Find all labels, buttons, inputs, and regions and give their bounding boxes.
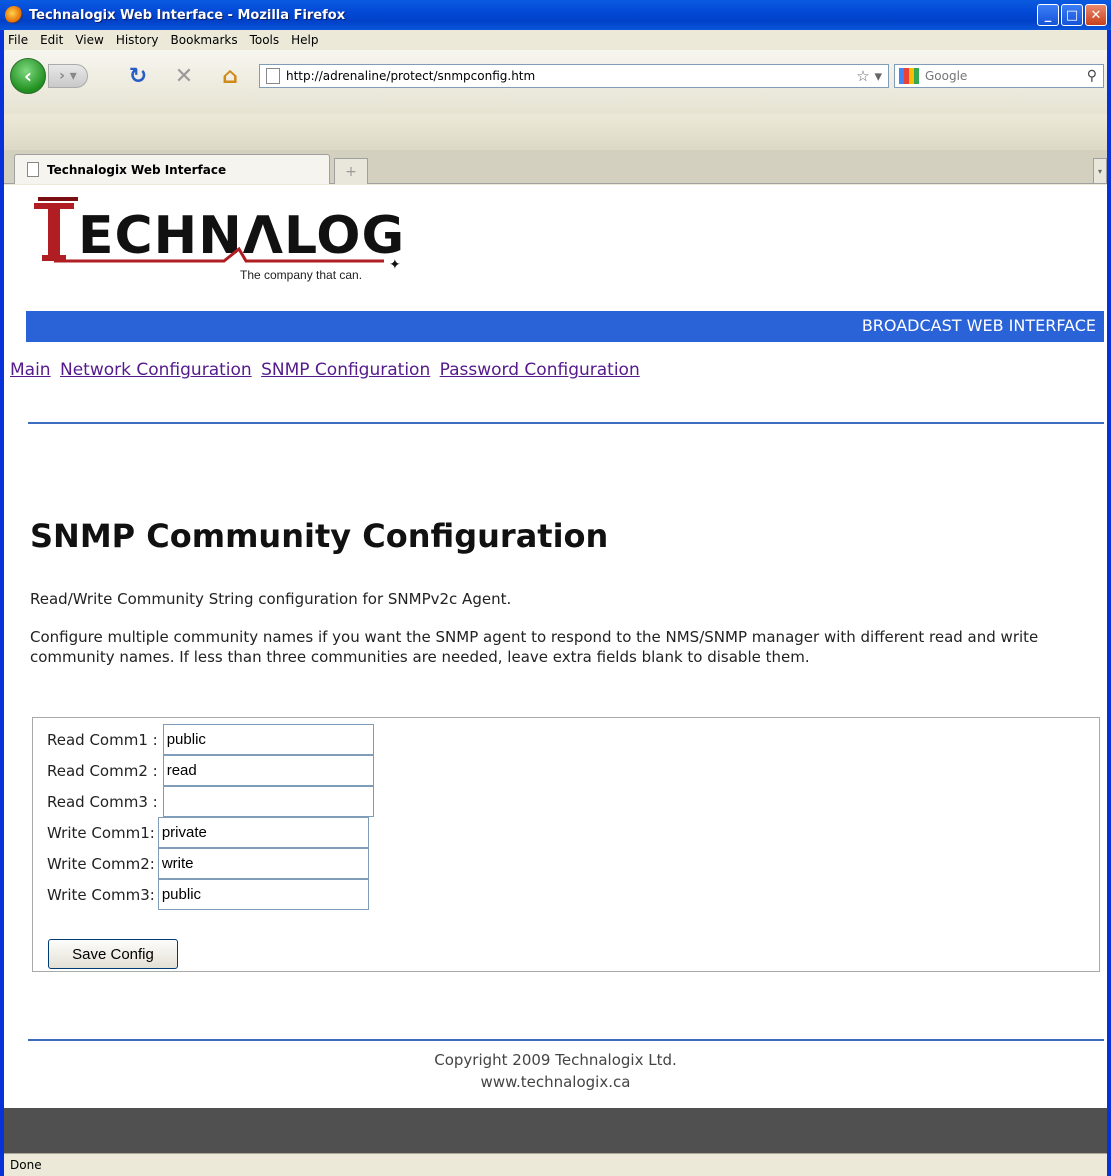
browser-window: Technalogix Web Interface - Mozilla Fire… xyxy=(0,0,1111,1176)
field-label: Write Comm2: xyxy=(47,854,155,873)
form-row-write-comm3: Write Comm3: xyxy=(47,879,369,910)
tab-title: Technalogix Web Interface xyxy=(47,162,227,177)
bookmark-star-icon[interactable]: ☆ ▾ xyxy=(856,67,882,85)
community-form: Read Comm1 : Read Comm2 : Read Comm3 : W… xyxy=(32,717,1100,972)
nav-link-network-configuration[interactable]: Network Configuration xyxy=(60,360,252,380)
navigation-toolbar: ‹ › ▾ ↻ ✕ ⌂ http://adrenaline/protect/sn… xyxy=(4,50,1107,114)
menu-bookmarks[interactable]: Bookmarks xyxy=(171,33,238,47)
nav-link-password-configuration[interactable]: Password Configuration xyxy=(440,360,640,380)
search-input[interactable] xyxy=(923,68,1087,84)
form-row-read-comm1: Read Comm1 : xyxy=(47,724,374,755)
write-comm2-input[interactable] xyxy=(157,848,369,879)
read-comm2-input[interactable] xyxy=(162,755,374,786)
page-content: ECHNΛLOGIX The company that can. ✦ BROAD… xyxy=(4,185,1107,1108)
logo-wordmark: ECHNΛLOGIX xyxy=(78,206,404,266)
url-text[interactable]: http://adrenaline/protect/snmpconfig.htm xyxy=(286,69,856,83)
bookmarks-toolbar xyxy=(4,114,1107,150)
instructions: Configure multiple community names if yo… xyxy=(30,628,1039,666)
technalogix-logo: ECHNΛLOGIX The company that can. ✦ xyxy=(34,197,404,282)
write-comm1-input[interactable] xyxy=(157,817,369,848)
menu-history[interactable]: History xyxy=(116,33,159,47)
status-bar: Done xyxy=(4,1153,1107,1176)
field-label: Write Comm1: xyxy=(47,823,155,842)
status-text: Done xyxy=(10,1158,42,1172)
form-row-read-comm3: Read Comm3 : xyxy=(47,786,374,817)
page-title: SNMP Community Configuration xyxy=(30,517,609,555)
google-icon[interactable] xyxy=(899,68,919,84)
form-row-write-comm1: Write Comm1: xyxy=(47,817,369,848)
search-icon[interactable]: ⚲ xyxy=(1087,68,1097,84)
forward-button[interactable]: › ▾ xyxy=(48,64,88,88)
footer-copyright: Copyright 2009 Technalogix Ltd. www.tech… xyxy=(4,1049,1107,1093)
nav-link-snmp-configuration[interactable]: SNMP Configuration xyxy=(261,360,430,380)
title-bar: Technalogix Web Interface - Mozilla Fire… xyxy=(0,0,1111,30)
copyright-text: Copyright 2009 Technalogix Ltd. xyxy=(434,1051,677,1069)
read-comm3-input[interactable] xyxy=(162,786,374,817)
field-label: Write Comm3: xyxy=(47,885,155,904)
form-row-read-comm2: Read Comm2 : xyxy=(47,755,374,786)
menu-view[interactable]: View xyxy=(75,33,103,47)
back-button[interactable]: ‹ xyxy=(10,58,46,94)
banner: BROADCAST WEB INTERFACE xyxy=(26,311,1104,342)
tab-strip: Technalogix Web Interface + ▾ xyxy=(4,150,1107,184)
window-title: Technalogix Web Interface - Mozilla Fire… xyxy=(29,7,346,23)
menu-file[interactable]: File xyxy=(8,33,28,47)
write-comm3-input[interactable] xyxy=(157,879,369,910)
website-text: www.technalogix.ca xyxy=(480,1073,631,1091)
description: Read/Write Community String configuratio… xyxy=(30,590,512,608)
stop-icon[interactable]: ✕ xyxy=(170,62,198,90)
menu-tools[interactable]: Tools xyxy=(250,33,280,47)
menu-help[interactable]: Help xyxy=(291,33,318,47)
save-config-button[interactable]: Save Config xyxy=(48,939,178,969)
maximize-button[interactable]: □ xyxy=(1061,4,1083,26)
svg-text:✦: ✦ xyxy=(389,257,401,273)
field-label: Read Comm3 : xyxy=(47,792,158,811)
home-icon[interactable]: ⌂ xyxy=(216,62,244,90)
menu-bar: File Edit View History Bookmarks Tools H… xyxy=(4,30,1107,50)
minimize-button[interactable]: _ xyxy=(1037,4,1059,26)
form-row-write-comm2: Write Comm2: xyxy=(47,848,369,879)
field-label: Read Comm1 : xyxy=(47,730,158,749)
page-footer-bar xyxy=(4,1108,1107,1153)
logo-tagline: The company that can. xyxy=(240,268,362,282)
menu-edit[interactable]: Edit xyxy=(40,33,63,47)
page-icon xyxy=(266,68,280,84)
nav-link-main[interactable]: Main xyxy=(10,360,51,380)
tab-list-chevron-icon[interactable]: ▾ xyxy=(1093,158,1107,184)
firefox-icon xyxy=(5,6,23,24)
page-icon xyxy=(27,162,39,177)
search-bar[interactable]: ⚲ xyxy=(894,64,1104,88)
new-tab-button[interactable]: + xyxy=(334,158,368,184)
divider xyxy=(28,1039,1104,1041)
divider xyxy=(28,422,1104,424)
tab-technalogix[interactable]: Technalogix Web Interface xyxy=(14,154,330,184)
reload-icon[interactable]: ↻ xyxy=(124,62,152,90)
field-label: Read Comm2 : xyxy=(47,761,158,780)
site-navigation: Main Network Configuration SNMP Configur… xyxy=(10,360,644,380)
read-comm1-input[interactable] xyxy=(162,724,374,755)
close-button[interactable]: ✕ xyxy=(1085,4,1107,26)
url-bar[interactable]: http://adrenaline/protect/snmpconfig.htm… xyxy=(259,64,889,88)
